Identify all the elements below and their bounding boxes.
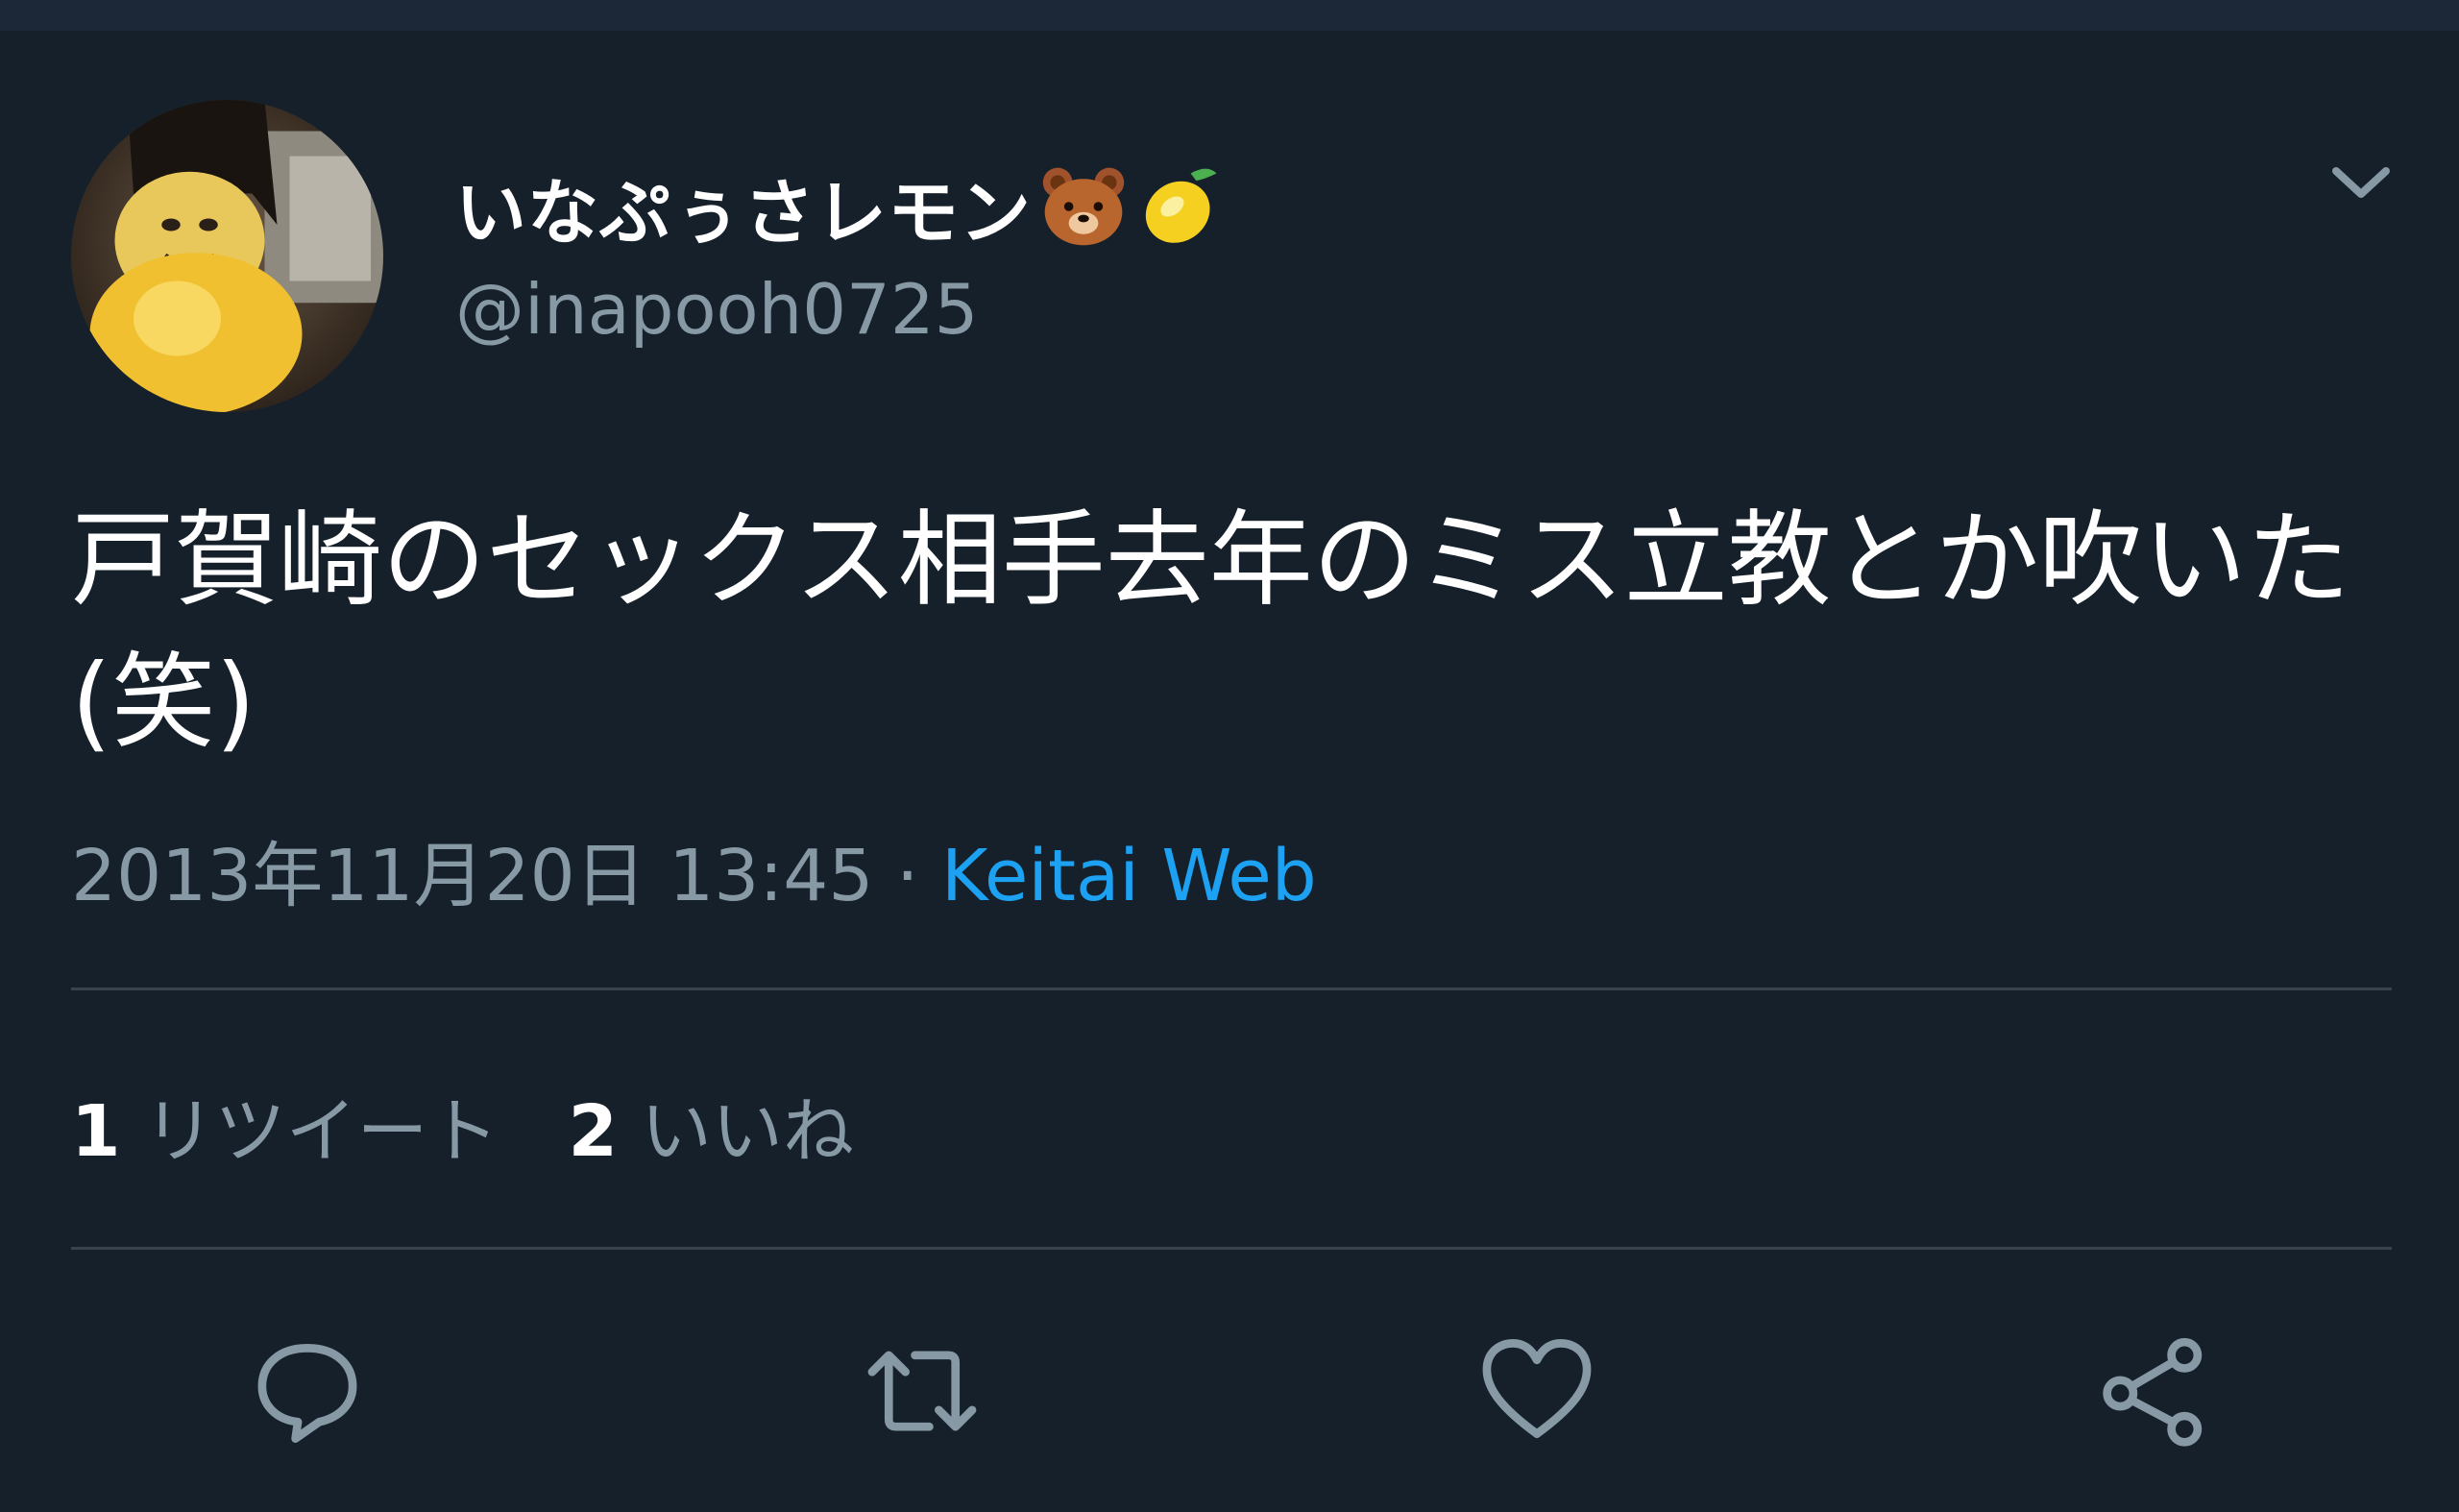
heart-icon[interactable] <box>1477 1331 1596 1451</box>
tweet-stats: 1 リツイート 2 いいね <box>71 1074 923 1177</box>
lemon-emoji-icon <box>1135 160 1228 253</box>
retweet-stat[interactable]: 1 リツイート <box>71 1090 499 1173</box>
retweet-icon[interactable] <box>863 1331 982 1451</box>
like-stat[interactable]: 2 いいね <box>569 1090 855 1173</box>
divider <box>71 988 2392 990</box>
like-label: いいね <box>641 1090 854 1173</box>
display-name-text: いなぷぅさレモン <box>455 171 1032 255</box>
bear-face-emoji-icon <box>1037 160 1130 253</box>
status-bar-strip <box>0 0 2459 31</box>
user-handle[interactable]: @inapooh0725 <box>455 269 978 350</box>
divider <box>71 1247 2392 1250</box>
tweet-timestamp[interactable]: 2013年11月20日 13:45 <box>71 835 873 917</box>
avatar[interactable] <box>71 100 383 412</box>
tweet-text: 戸賀崎のセックス相手去年のミス立教とか吹いた(笑) <box>71 500 2350 763</box>
retweet-label: リツイート <box>143 1090 499 1173</box>
like-count: 2 <box>568 1090 619 1173</box>
retweet-count: 1 <box>71 1090 121 1173</box>
meta-separator: · <box>873 835 942 917</box>
tweet-source-link[interactable]: Keitai Web <box>941 835 1317 917</box>
display-name[interactable]: いなぷぅさレモン <box>455 154 1228 259</box>
reply-icon[interactable] <box>248 1331 367 1451</box>
chevron-down-icon[interactable] <box>2323 154 2399 211</box>
tweet-meta: 2013年11月20日 13:45 · Keitai Web <box>71 818 1317 921</box>
share-icon[interactable] <box>2094 1331 2213 1451</box>
